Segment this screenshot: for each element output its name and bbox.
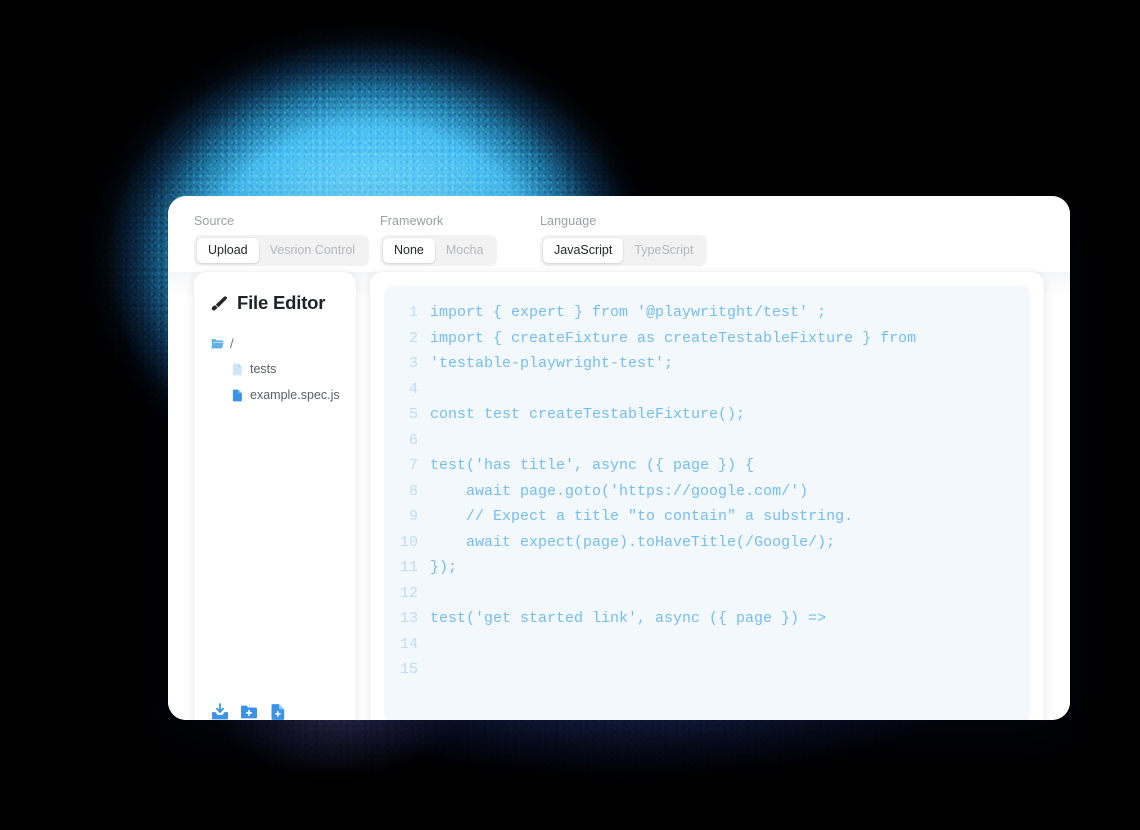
code-line: import { createFixture as createTestable…: [430, 329, 926, 373]
line-number: 6: [408, 431, 418, 449]
line-number: 8: [408, 482, 418, 500]
line-number: 4: [408, 380, 418, 398]
line-number: 14: [399, 635, 418, 653]
file-editor-header: File Editor: [194, 292, 356, 314]
source-segmented-control: Upload Vesrion Control: [194, 235, 370, 266]
line-number: 5: [408, 406, 418, 423]
line-number: 7: [408, 457, 418, 474]
folder-open-icon: [210, 336, 225, 351]
code-editor-panel: 1 2 3 4 5 6 7 8 9 10 11 12 13 14 15 import { expert } …: [370, 272, 1044, 720]
line-number: 13: [399, 610, 418, 627]
language-control-group: Language JavaScript TypeScript: [540, 214, 708, 266]
code-line: import { expert } from '@playwritght/tes…: [430, 304, 827, 321]
page-stage: Source Upload Vesrion Control Framework …: [0, 0, 1140, 830]
code-line: test('get started link', async ({ page }…: [430, 610, 827, 627]
line-number: 10: [399, 533, 418, 551]
source-label: Source: [194, 214, 235, 228]
file-tree-label-example-spec-js: example.spec.js: [250, 388, 340, 402]
framework-label: Framework: [380, 214, 444, 228]
framework-segmented-control: None Mocha: [380, 235, 498, 266]
line-number: 1: [408, 304, 418, 321]
file-editor-title: File Editor: [237, 292, 326, 313]
line-number: 11: [399, 559, 418, 576]
file-tree-row-tests[interactable]: tests: [210, 356, 356, 382]
language-option-typescript[interactable]: TypeScript: [623, 238, 704, 263]
file-icon-muted: [230, 362, 245, 377]
card-body: File Editor / tests example.spec.js 1 2 …: [168, 272, 1070, 720]
framework-option-mocha[interactable]: Mocha: [435, 238, 495, 263]
framework-option-none[interactable]: None: [383, 238, 435, 263]
code-line: await expect(page).toHaveTitle(/Google/)…: [430, 533, 836, 551]
code-line: await page.goto('https://google.com/'): [430, 482, 809, 500]
code-line: test('has title', async ({ page }) {: [430, 457, 755, 474]
code-line: // Expect a title "to contain" a substri…: [430, 508, 854, 525]
editor-card: Source Upload Vesrion Control Framework …: [168, 196, 1070, 720]
source-option-upload[interactable]: Upload: [197, 238, 259, 263]
framework-control-group: Framework None Mocha: [380, 214, 510, 266]
code-line: const test createTestableFixture();: [430, 406, 746, 423]
line-number: 2: [408, 329, 418, 347]
code-area[interactable]: 1 2 3 4 5 6 7 8 9 10 11 12 13 14 15 import { expert } …: [384, 286, 1030, 720]
file-editor-sidebar: File Editor / tests example.spec.js: [194, 272, 356, 720]
new-folder-icon[interactable]: [239, 702, 259, 720]
source-option-version-control[interactable]: Vesrion Control: [259, 238, 366, 263]
file-tree-label-tests: tests: [250, 362, 277, 376]
file-tree-row-example-spec-js[interactable]: example.spec.js: [210, 382, 356, 408]
language-segmented-control: JavaScript TypeScript: [540, 235, 708, 266]
settings-toolbar: Source Upload Vesrion Control Framework …: [168, 196, 1070, 272]
source-control-group: Source Upload Vesrion Control: [194, 214, 370, 266]
code-content[interactable]: import { expert } from '@playwritght/tes…: [430, 300, 1020, 708]
file-tree: / tests example.spec.js: [194, 330, 356, 408]
language-option-javascript[interactable]: JavaScript: [543, 238, 624, 263]
line-number: 9: [408, 508, 418, 525]
code-line: });: [430, 559, 458, 576]
new-file-icon[interactable]: [268, 702, 288, 720]
line-number: 15: [399, 661, 418, 678]
sidebar-action-bar: [194, 702, 356, 720]
file-icon-active: [230, 388, 245, 403]
line-number-gutter: 1 2 3 4 5 6 7 8 9 10 11 12 13 14 15: [384, 300, 430, 708]
import-file-icon[interactable]: [210, 702, 230, 720]
file-tree-label-root: /: [230, 335, 234, 351]
language-label: Language: [540, 214, 597, 228]
brush-icon: [210, 294, 229, 313]
line-number: 3: [408, 355, 418, 372]
line-number: 12: [399, 584, 418, 602]
file-tree-row-root[interactable]: /: [210, 330, 356, 356]
